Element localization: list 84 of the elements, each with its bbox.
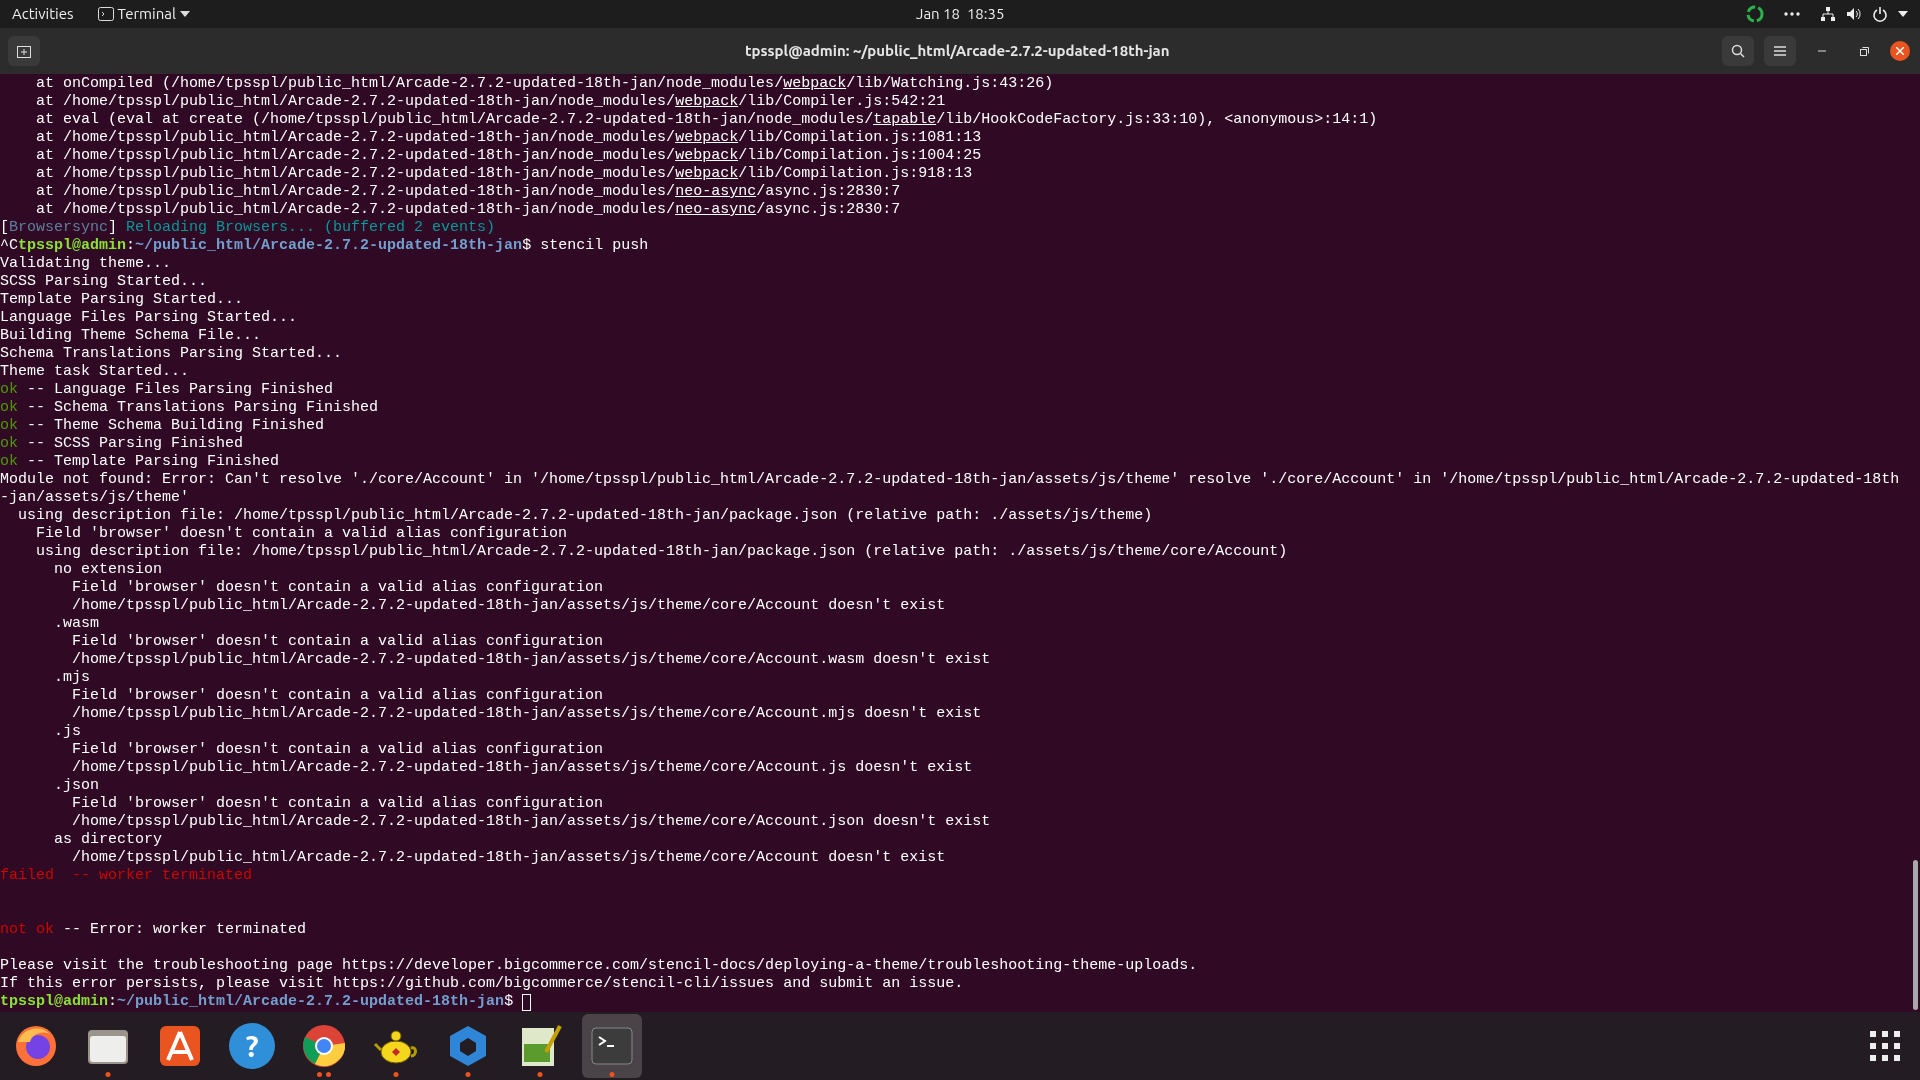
terminal-line: .wasm [53, 615, 100, 633]
terminal-line: at /home/tpsspl/public_html/Arcade-2.7.2-updated-18th-jan/node_modules/webpack/lib/Compilation.js:918:13 [35, 165, 973, 183]
terminal-line: ok -- SCSS Parsing Finished [0, 435, 244, 453]
terminal-line: using description file: /home/tpsspl/public_html/Arcade-2.7.2-updated-18th-jan/package.json (relative path: ./assets/js/theme) [17, 507, 1153, 525]
terminal-line: /home/tpsspl/public_html/Arcade-2.7.2-updated-18th-jan/assets/js/theme/core/Account doesn't exist [71, 597, 946, 615]
more-icon[interactable] [1784, 12, 1800, 16]
search-button[interactable] [1722, 36, 1754, 66]
link[interactable]: webpack [675, 165, 739, 183]
link[interactable]: neo-async [675, 201, 757, 219]
terminal-line: as directory [53, 831, 163, 849]
terminal-line: Field 'browser' doesn't contain a valid alias configuration [71, 633, 604, 651]
circle-logo-icon [300, 1022, 348, 1070]
menu-button[interactable] [1764, 36, 1796, 66]
terminal-line: /home/tpsspl/public_html/Arcade-2.7.2-updated-18th-jan/assets/js/theme/core/Account.mjs doesn't exist [71, 705, 982, 723]
terminal-line: -jan/assets/js/theme' [0, 489, 190, 507]
terminal-line: at /home/tpsspl/public_html/Arcade-2.7.2-updated-18th-jan/node_modules/webpack/lib/Compilation.js:1081:13 [35, 129, 982, 147]
terminal-line: Schema Translations Parsing Started... [0, 345, 343, 363]
caret-icon [179, 11, 190, 17]
terminal-line: .json [53, 777, 100, 795]
terminal-line: /home/tpsspl/public_html/Arcade-2.7.2-updated-18th-jan/assets/js/theme/core/Account doesn't exist [71, 849, 946, 867]
restore-icon [1859, 46, 1869, 56]
window-title: tpsspl@admin: ~/public_html/Arcade-2.7.2-updated-18th-jan [745, 40, 1170, 61]
terminal-line: Field 'browser' doesn't contain a valid alias configuration [71, 741, 604, 759]
terminal-line: at /home/tpsspl/public_html/Arcade-2.7.2-updated-18th-jan/node_modules/neo-async/async.js:2830:7 [35, 201, 901, 219]
link[interactable]: webpack [675, 93, 739, 111]
terminal-line: /home/tpsspl/public_html/Arcade-2.7.2-updated-18th-jan/assets/js/theme/core/Account.json doesn't exist [71, 813, 991, 831]
terminal-line: Field 'browser' doesn't contain a valid alias configuration [71, 687, 604, 705]
clock[interactable]: Jan 18 18:35 [916, 0, 1005, 28]
terminal-line: Building Theme Schema File... [0, 327, 262, 345]
terminal-icon [97, 7, 114, 21]
terminal-line: /home/tpsspl/public_html/Arcade-2.7.2-updated-18th-jan/assets/js/theme/core/Account.wasm doesn't exist [71, 651, 991, 669]
terminal-line: at onCompiled (/home/tpsspl/public_html/Arcade-2.7.2-updated-18th-jan/node_modules/webpack/lib/Watching.js:43:26) [35, 75, 1054, 93]
power-icon[interactable] [1872, 6, 1888, 22]
link[interactable]: webpack [675, 129, 739, 147]
terminal-line: Module not found: Error: Can't resolve './core/Account' in '/home/tpsspl/public_html/Arcade-2.7.2-updated-18th-jan/assets/js/theme' resolve './core/Account' in '/home/tpsspl/public_html/Arcade-2.7.2-updated-18th [0, 471, 1900, 489]
terminal-line: Field 'browser' doesn't contain a valid alias configuration [71, 795, 604, 813]
app-menu[interactable]: Terminal [85, 0, 202, 28]
link[interactable]: neo-async [675, 183, 757, 201]
terminal-line: ok -- Theme Schema Building Finished [0, 417, 325, 435]
volume-icon[interactable] [1846, 6, 1862, 22]
terminal-line: ok -- Schema Translations Parsing Finished [0, 399, 379, 417]
terminal-line: at /home/tpsspl/public_html/Arcade-2.7.2-updated-18th-jan/node_modules/webpack/lib/Compilation.js:1004:25 [35, 147, 982, 165]
link[interactable]: webpack [783, 75, 847, 93]
terminal-line: .js [53, 723, 81, 741]
new-tab-button[interactable] [8, 36, 40, 66]
terminal-line: Field 'browser' doesn't contain a valid alias configuration [71, 579, 604, 597]
terminal-line: Validating theme... [0, 255, 172, 273]
terminal-line: If this error persists, please visit https://github.com/bigcommerce/stencil-cli/issues and submit an issue. [0, 975, 964, 993]
terminal-line: failed -- worker terminated [0, 867, 253, 885]
terminal-line: no extension [53, 561, 163, 579]
link[interactable]: tapable [873, 111, 937, 129]
terminal-line: SCSS Parsing Started... [0, 273, 208, 291]
minimize-icon [1818, 50, 1826, 52]
recycle-icon[interactable] [1746, 5, 1764, 23]
terminal-line: using description file: /home/tpsspl/public_html/Arcade-2.7.2-updated-18th-jan/package.json (relative path: ./assets/js/theme/core/Account) [35, 543, 1288, 561]
link[interactable]: webpack [675, 147, 739, 165]
terminal-line: [Browsersync] Reloading Browsers... (buffered 2 events) [0, 219, 496, 237]
close-button[interactable] [1890, 41, 1910, 61]
terminal-line: ^Ctpsspl@admin:~/public_html/Arcade-2.7.2-updated-18th-jan$ stencil push [0, 237, 649, 255]
caret-icon[interactable] [1898, 11, 1908, 17]
terminal-line: at /home/tpsspl/public_html/Arcade-2.7.2-updated-18th-jan/node_modules/neo-async/async.js:2830:7 [35, 183, 901, 201]
terminal-line: not ok -- Error: worker terminated [0, 921, 307, 939]
terminal-line: .mjs [53, 669, 90, 687]
help-icon: ? [229, 1023, 275, 1069]
terminal-line: Template Parsing Started... [0, 291, 244, 309]
activities-button[interactable]: Activities [0, 0, 86, 28]
terminal-line: ok -- Template Parsing Finished [0, 453, 280, 471]
menu-icon [1774, 46, 1786, 56]
terminal-line: ok -- Language Files Parsing Finished [0, 381, 334, 399]
terminal-line: Please visit the troubleshooting page https://developer.bigcommerce.com/stencil-docs/deploying-a-theme/troubleshooting-theme-uploads. [0, 957, 1198, 975]
close-icon [1896, 47, 1904, 55]
network-icon[interactable] [1820, 6, 1836, 22]
terminal-line: Language Files Parsing Started... [0, 309, 298, 327]
show-apps-button[interactable] [1870, 1031, 1900, 1061]
search-icon [1731, 44, 1745, 58]
terminal-line: Field 'browser' doesn't contain a valid alias configuration [35, 525, 568, 543]
cursor [522, 994, 532, 1011]
terminal-line: at eval (eval at create (/home/tpsspl/public_html/Arcade-2.7.2-updated-18th-jan/node_modules/tapable/lib/HookCodeFactory.js:33:10), <anonymous>:14:1) [35, 111, 1378, 129]
new-tab-icon [17, 44, 31, 58]
terminal-line: tpsspl@admin:~/public_html/Arcade-2.7.2-updated-18th-jan$ [0, 993, 532, 1011]
scrollbar[interactable] [1913, 860, 1918, 1010]
terminal-line: Theme task Started... [0, 363, 190, 381]
terminal-line: at /home/tpsspl/public_html/Arcade-2.7.2-updated-18th-jan/node_modules/webpack/lib/Compiler.js:542:21 [35, 93, 946, 111]
terminal-line: /home/tpsspl/public_html/Arcade-2.7.2-updated-18th-jan/assets/js/theme/core/Account.js doesn't exist [71, 759, 973, 777]
